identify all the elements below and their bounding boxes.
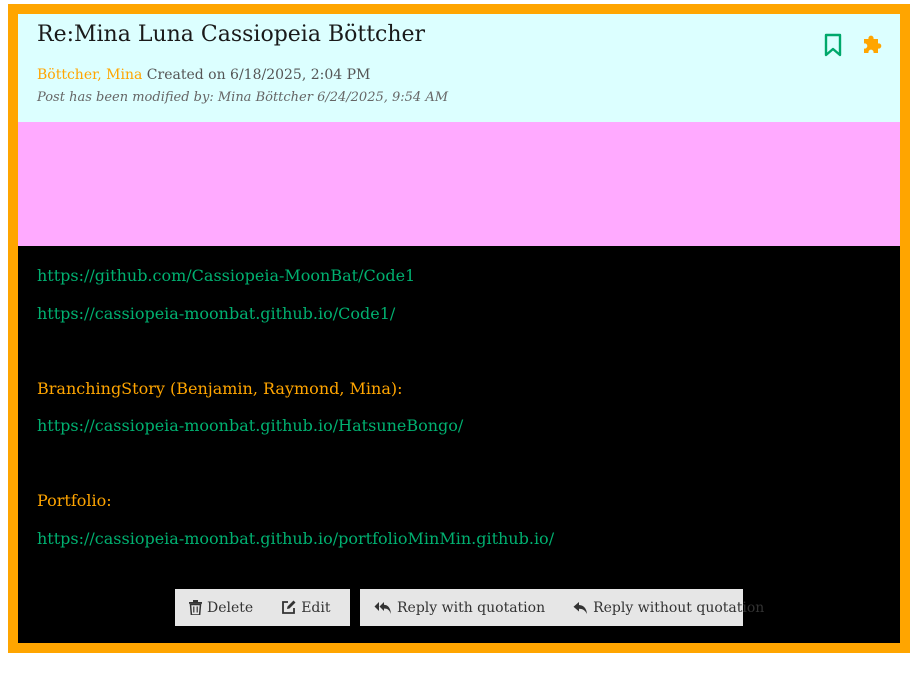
puzzle-icon[interactable] [860,32,884,58]
reply-icon [573,601,588,614]
edit-icon [282,600,296,614]
delete-label: Delete [207,599,254,616]
edit-button[interactable]: Edit [267,589,344,626]
owner-actions: Delete Edit [175,589,350,626]
post-header: Re:Mina Luna Cassiopeia Böttcher Böttche… [18,14,900,122]
reply-without-quotation-label: Reply without quotation [593,599,765,616]
reply-with-quotation-button[interactable]: Reply with quotation [360,589,559,626]
reply-all-icon [374,601,391,614]
edit-label: Edit [301,599,331,616]
link-portfolio[interactable]: https://cassiopeia-moonbat.github.io/por… [37,529,554,548]
link-hatsune-bongo[interactable]: https://cassiopeia-moonbat.github.io/Hat… [37,416,463,435]
post-banner [18,122,900,246]
forum-post: Re:Mina Luna Cassiopeia Böttcher Böttche… [8,4,910,653]
reply-without-quotation-button[interactable]: Reply without quotation [559,589,778,626]
reply-actions: Reply with quotation Reply without quota… [360,589,764,626]
modified-note: Post has been modified by: Mina Böttcher… [37,90,449,105]
trash-icon [189,600,202,615]
created-date: Created on 6/18/2025, 2:04 PM [146,67,371,83]
author-name[interactable]: Böttcher, Mina [37,67,142,83]
post-title: Re:Mina Luna Cassiopeia Böttcher [37,22,426,47]
reply-with-quotation-label: Reply with quotation [397,599,546,616]
post-meta: Böttcher, Mina Created on 6/18/2025, 2:0… [37,67,370,83]
branching-story-label: BranchingStory (Benjamin, Raymond, Mina)… [37,378,403,398]
portfolio-label: Portfolio: [37,491,112,510]
link-pages-code1[interactable]: https://cassiopeia-moonbat.github.io/Cod… [37,304,395,323]
bookmark-icon[interactable] [821,32,845,58]
link-github-code1[interactable]: https://github.com/Cassiopeia-MoonBat/Co… [37,266,415,285]
post-body: https://github.com/Cassiopeia-MoonBat/Co… [37,257,877,557]
delete-button[interactable]: Delete [175,589,267,626]
